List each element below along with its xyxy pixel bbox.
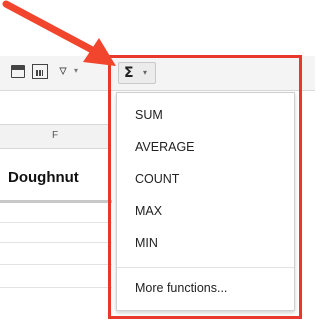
pointer-arrow-icon [2,0,116,66]
column-letter[interactable]: F [52,130,58,141]
row-divider [0,222,112,223]
row-divider [0,242,112,243]
header-divider [0,200,112,203]
row-divider [0,264,112,265]
column-name-cell[interactable]: Doughnut [8,169,79,186]
row-divider [0,287,112,288]
screenshot-canvas: ▿ ▾ | Σ ▾ F Doughnut SUM AVERAGE COUNT M… [0,0,315,321]
highlight-box [108,55,302,319]
